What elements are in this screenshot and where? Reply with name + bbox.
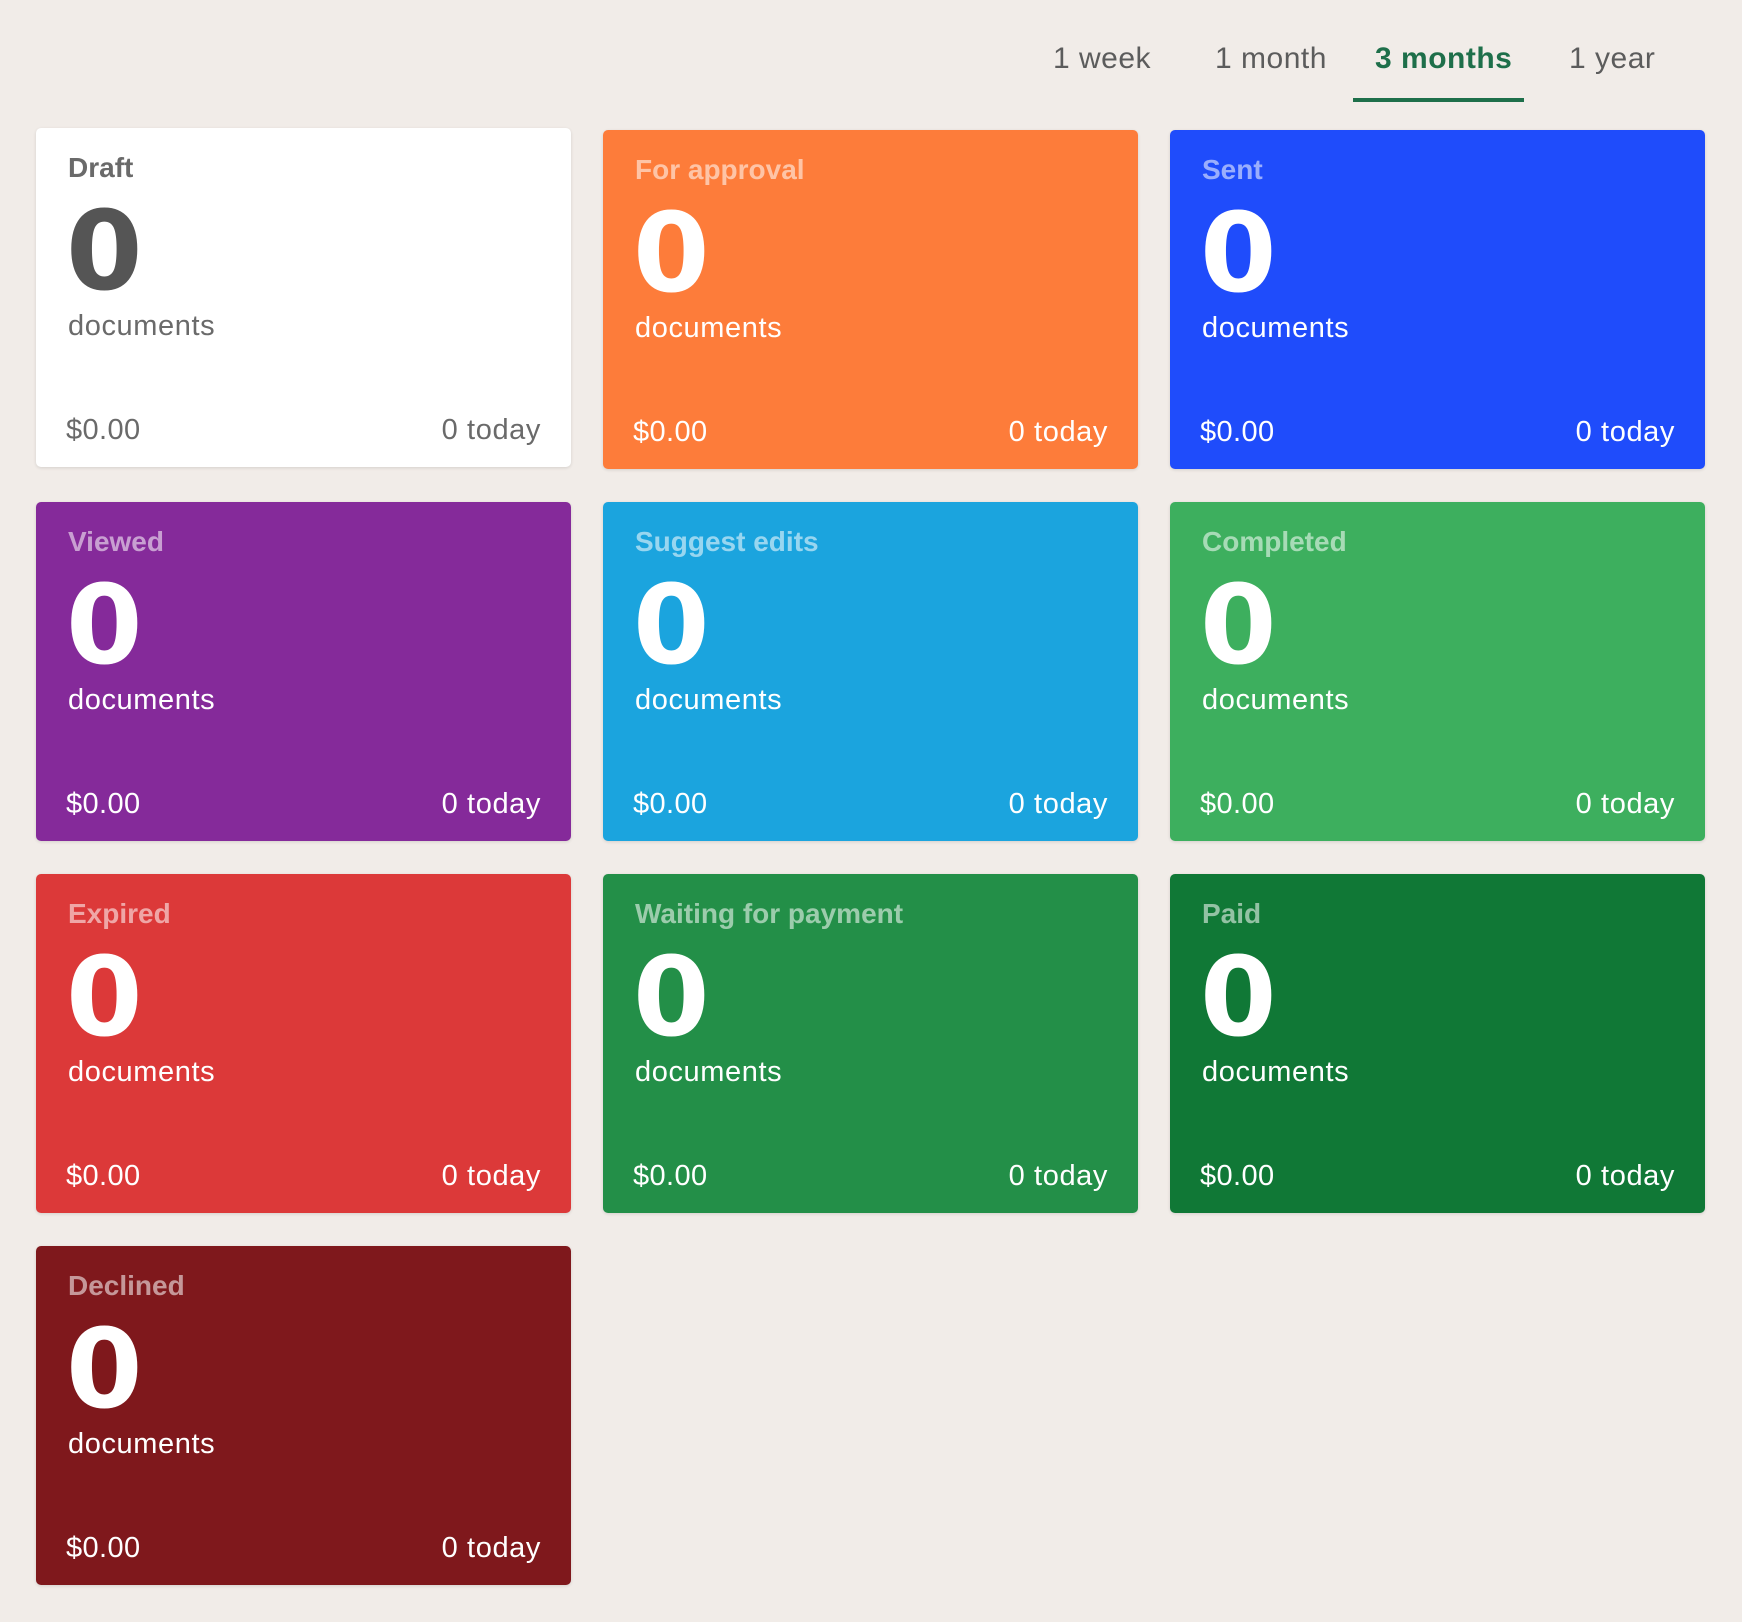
card-unit-label: documents [68, 1056, 216, 1088]
card-amount: $0.00 [633, 788, 708, 820]
card-amount: $0.00 [1200, 788, 1275, 820]
card-count: 0 [633, 189, 710, 317]
card-title: Expired [68, 898, 171, 929]
card-amount: $0.00 [633, 1160, 708, 1192]
card-title: Completed [1202, 526, 1347, 557]
card-count: 0 [1200, 933, 1277, 1061]
status-card-viewed[interactable]: Viewed 0 documents $0.00 0 today [36, 502, 571, 841]
card-title: Paid [1202, 898, 1262, 929]
status-card-expired[interactable]: Expired 0 documents $0.00 0 today [36, 874, 571, 1213]
card-count: 0 [66, 1305, 143, 1433]
card-count: 0 [66, 561, 143, 689]
card-count: 0 [633, 933, 710, 1061]
tab-1-year[interactable]: 1 year [1569, 42, 1655, 76]
tab-1-week[interactable]: 1 week [1053, 42, 1151, 76]
card-title: Viewed [68, 526, 164, 557]
card-unit-label: documents [635, 1056, 783, 1088]
status-card-completed[interactable]: Completed 0 documents $0.00 0 today [1170, 502, 1705, 841]
tab-1-month[interactable]: 1 month [1215, 42, 1327, 76]
card-today-count: 0 today [1575, 416, 1675, 448]
card-unit-label: documents [1202, 684, 1350, 716]
card-count: 0 [66, 187, 143, 315]
card-unit-label: documents [68, 1428, 216, 1460]
card-amount: $0.00 [1200, 1160, 1275, 1192]
card-amount: $0.00 [1200, 416, 1275, 448]
card-count: 0 [633, 561, 710, 689]
card-today-count: 0 today [1575, 1160, 1675, 1192]
card-count: 0 [1200, 561, 1277, 689]
card-unit-label: documents [1202, 312, 1350, 344]
card-amount: $0.00 [66, 1160, 141, 1192]
card-today-count: 0 today [441, 414, 541, 446]
card-amount: $0.00 [66, 414, 141, 446]
card-title: Waiting for payment [635, 898, 904, 929]
status-card-suggest-edits[interactable]: Suggest edits 0 documents $0.00 0 today [603, 502, 1138, 841]
card-amount: $0.00 [66, 1532, 141, 1564]
card-today-count: 0 today [1008, 1160, 1108, 1192]
card-title: Sent [1202, 154, 1263, 185]
card-today-count: 0 today [441, 788, 541, 820]
card-today-count: 0 today [1008, 788, 1108, 820]
card-title: Declined [68, 1270, 185, 1301]
card-unit-label: documents [635, 684, 783, 716]
card-title: Draft [68, 152, 134, 183]
period-tabs: 1 week 1 month 3 months 1 year [0, 0, 1742, 120]
status-card-paid[interactable]: Paid 0 documents $0.00 0 today [1170, 874, 1705, 1213]
card-today-count: 0 today [1008, 416, 1108, 448]
card-title: For approval [635, 154, 805, 185]
status-card-sent[interactable]: Sent 0 documents $0.00 0 today [1170, 130, 1705, 469]
card-title: Suggest edits [635, 526, 819, 557]
card-amount: $0.00 [66, 788, 141, 820]
card-unit-label: documents [1202, 1056, 1350, 1088]
card-amount: $0.00 [633, 416, 708, 448]
status-card-draft[interactable]: Draft 0 documents $0.00 0 today [36, 128, 571, 467]
card-count: 0 [66, 933, 143, 1061]
tab-3-months[interactable]: 3 months [1375, 42, 1512, 76]
status-card-for-approval[interactable]: For approval 0 documents $0.00 0 today [603, 130, 1138, 469]
card-count: 0 [1200, 189, 1277, 317]
card-unit-label: documents [635, 312, 783, 344]
card-unit-label: documents [68, 310, 216, 342]
status-card-waiting-for-payment[interactable]: Waiting for payment 0 documents $0.00 0 … [603, 874, 1138, 1213]
card-unit-label: documents [68, 684, 216, 716]
active-tab-indicator [1353, 98, 1524, 102]
card-today-count: 0 today [441, 1160, 541, 1192]
card-today-count: 0 today [441, 1532, 541, 1564]
card-today-count: 0 today [1575, 788, 1675, 820]
status-card-declined[interactable]: Declined 0 documents $0.00 0 today [36, 1246, 571, 1585]
